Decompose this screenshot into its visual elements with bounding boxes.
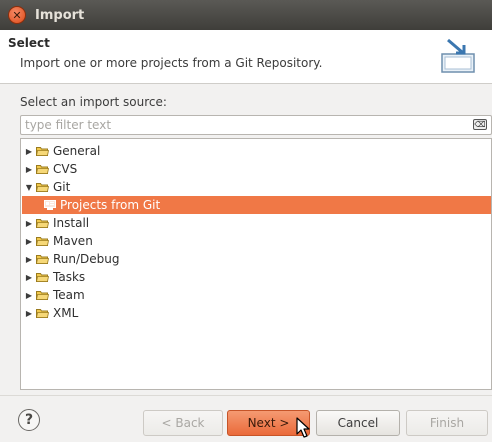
tree-item-maven[interactable]: ▶ Maven <box>22 232 491 250</box>
git-project-icon <box>44 199 56 210</box>
tree-item-label: CVS <box>53 162 78 176</box>
back-button[interactable]: < Back <box>143 410 223 436</box>
finish-button[interactable]: Finish <box>406 410 488 436</box>
tree-item-git[interactable]: ▼ Git <box>22 178 491 196</box>
clear-filter-icon[interactable]: ⌫ <box>473 119 487 130</box>
expand-arrow-icon[interactable]: ▶ <box>24 237 34 246</box>
mouse-cursor-icon <box>296 417 310 438</box>
tree-item-tasks[interactable]: ▶ Tasks <box>22 268 491 286</box>
folder-icon <box>36 308 49 318</box>
expand-arrow-icon[interactable]: ▶ <box>24 147 34 156</box>
tree-item-label: Tasks <box>53 270 86 284</box>
folder-open-icon <box>36 182 49 192</box>
collapse-arrow-icon[interactable]: ▼ <box>24 183 34 192</box>
cancel-button[interactable]: Cancel <box>316 410 400 436</box>
folder-icon <box>36 218 49 228</box>
tree-item-run-debug[interactable]: ▶ Run/Debug <box>22 250 491 268</box>
expand-arrow-icon[interactable]: ▶ <box>24 273 34 282</box>
import-source-tree[interactable]: ▶ General ▶ CVS ▼ Git Projects from Git … <box>20 138 492 390</box>
tree-item-xml[interactable]: ▶ XML <box>22 304 491 322</box>
folder-icon <box>36 272 49 282</box>
tree-item-label: Run/Debug <box>53 252 120 266</box>
tree-item-label: Git <box>53 180 71 194</box>
expand-arrow-icon[interactable]: ▶ <box>24 165 34 174</box>
window-title: Import <box>35 7 85 23</box>
tree-item-general[interactable]: ▶ General <box>22 142 491 160</box>
tree-item-label: General <box>53 144 101 158</box>
folder-icon <box>36 254 49 264</box>
import-wizard-icon <box>441 38 475 73</box>
import-source-label: Select an import source: <box>20 95 167 109</box>
wizard-header: Select Import one or more projects from … <box>0 30 492 84</box>
folder-icon <box>36 236 49 246</box>
filter-field[interactable]: ⌫ <box>20 115 492 135</box>
tree-item-cvs[interactable]: ▶ CVS <box>22 160 491 178</box>
footer-divider <box>0 395 492 396</box>
expand-arrow-icon[interactable]: ▶ <box>24 291 34 300</box>
close-icon[interactable]: ✕ <box>8 6 26 24</box>
tree-item-team[interactable]: ▶ Team <box>22 286 491 304</box>
page-description: Import one or more projects from a Git R… <box>20 56 323 70</box>
tree-item-install[interactable]: ▶ Install <box>22 214 491 232</box>
filter-input[interactable] <box>21 116 461 134</box>
tree-item-label: Maven <box>53 234 93 248</box>
expand-arrow-icon[interactable]: ▶ <box>24 219 34 228</box>
title-bar: ✕ Import <box>0 0 492 30</box>
expand-arrow-icon[interactable]: ▶ <box>24 309 34 318</box>
page-title: Select <box>8 36 50 50</box>
tree-item-label: XML <box>53 306 79 320</box>
help-icon[interactable]: ? <box>18 409 40 431</box>
tree-item-label: Projects from Git <box>60 198 161 212</box>
tree-item-label: Install <box>53 216 90 230</box>
expand-arrow-icon[interactable]: ▶ <box>24 255 34 264</box>
folder-icon <box>36 290 49 300</box>
folder-icon <box>36 146 49 156</box>
folder-icon <box>36 164 49 174</box>
tree-item-projects-from-git[interactable]: Projects from Git <box>22 196 491 214</box>
tree-item-label: Team <box>53 288 85 302</box>
